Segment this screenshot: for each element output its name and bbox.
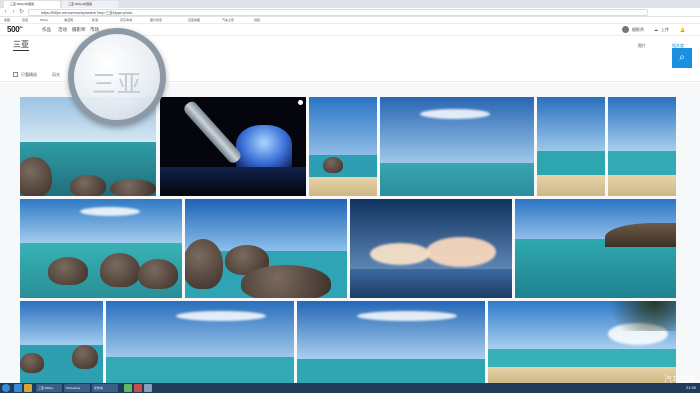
avatar[interactable] [622, 26, 629, 33]
browser-tab-2[interactable]: 三亚-500px中国版 [62, 1, 118, 8]
gallery-photo[interactable] [297, 301, 485, 383]
bookmark-item[interactable]: 视频 [254, 17, 260, 24]
taskbar-window[interactable]: Photoshop [64, 384, 90, 392]
taskbar-app-icon[interactable] [14, 384, 22, 392]
sort-tab-photos[interactable]: 图片 [638, 43, 646, 49]
upload-icon[interactable]: ☁ [654, 27, 658, 32]
nav-item-events[interactable]: 活动 [58, 27, 67, 33]
bookmark-item[interactable]: 新浪 [92, 17, 98, 24]
taskbar-app-icon[interactable] [144, 384, 152, 392]
gallery-photo[interactable] [185, 199, 347, 298]
gallery-photo[interactable] [106, 301, 294, 383]
bookmark-item[interactable]: 500px [40, 17, 48, 24]
watermark: 汽车之家 [664, 375, 696, 384]
magnifier-text: 三亚 [92, 71, 142, 98]
taskbar-app-icon[interactable] [124, 384, 132, 392]
bookmark-item[interactable]: 汽车之家 [222, 17, 234, 24]
nav-item-works[interactable]: 作品 [42, 27, 51, 33]
search-icon: ⌕ [679, 52, 685, 63]
bell-icon[interactable]: 🔔 [680, 27, 685, 32]
gallery-photo[interactable] [608, 97, 676, 196]
gallery-photo[interactable] [488, 301, 676, 383]
gallery-photo[interactable] [20, 199, 182, 298]
style-filter[interactable]: 风光 [52, 72, 60, 78]
windows-start-icon[interactable] [2, 384, 10, 392]
taskbar-app-icon[interactable] [24, 384, 32, 392]
magnifier-icon: 三亚 [68, 28, 166, 126]
screen: 三亚-500px中国版 三亚-500px中国版 ‹ › ↻ https://50… [0, 0, 700, 393]
gallery-photo[interactable] [20, 301, 103, 383]
title-underline [13, 50, 29, 51]
back-icon[interactable]: ‹ [2, 9, 9, 16]
tray-clock[interactable]: 21:30 [686, 384, 696, 392]
bookmark-item[interactable]: 京东商城 [120, 17, 132, 24]
featured-checkbox[interactable] [13, 72, 18, 77]
page-title: 三亚 [13, 40, 29, 49]
browser-tab-1[interactable]: 三亚-500px中国版 [4, 1, 60, 8]
bookmark-item[interactable]: 百度 [22, 17, 28, 24]
address-bar: ‹ › ↻ https://500px.me/community/search?… [0, 8, 700, 17]
bookmark-item[interactable]: 图片搜索 [150, 17, 162, 24]
taskbar: 三亚-500px Photoshop 文件夹 21:30 [0, 383, 700, 393]
nav-item-photographers[interactable]: 摄影师 [72, 27, 86, 33]
taskbar-window[interactable]: 文件夹 [92, 384, 118, 392]
url-input[interactable]: https://500px.me/community/search?key=三亚… [28, 9, 648, 16]
gallery-photo[interactable] [515, 199, 676, 298]
gallery-photo[interactable] [350, 199, 512, 298]
taskbar-app-icon[interactable] [134, 384, 142, 392]
featured-label: 只看精选 [21, 72, 37, 77]
gallery-photo[interactable] [309, 97, 377, 196]
gallery-photo[interactable] [380, 97, 534, 196]
forward-icon[interactable]: › [10, 9, 17, 16]
bookmarks-bar: 收藏 百度 500px 淘宝网 新浪 京东商城 图片搜索 百度地图 汽车之家 视… [0, 17, 700, 24]
search-button[interactable]: ⌕ [672, 48, 692, 68]
user-name[interactable]: 摄影师 [632, 27, 644, 33]
bookmark-item[interactable]: 淘宝网 [64, 17, 73, 24]
bookmark-item[interactable]: 百度地图 [188, 17, 200, 24]
site-logo[interactable]: 500px [7, 25, 23, 34]
upload-label[interactable]: 上传 [661, 27, 669, 33]
bookmark-item[interactable]: 收藏 [4, 17, 10, 24]
reload-icon[interactable]: ↻ [18, 9, 25, 16]
taskbar-window[interactable]: 三亚-500px [36, 384, 62, 392]
gallery-photo[interactable] [537, 97, 605, 196]
browser-tabbar: 三亚-500px中国版 三亚-500px中国版 [0, 0, 700, 8]
